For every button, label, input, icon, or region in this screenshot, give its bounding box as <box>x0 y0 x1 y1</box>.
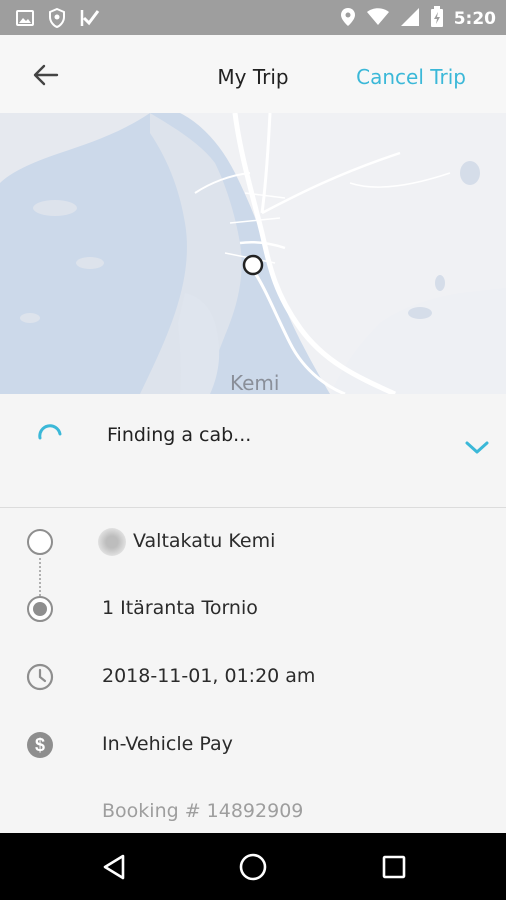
nav-back-button[interactable] <box>94 847 134 887</box>
back-triangle-icon <box>103 854 125 880</box>
location-icon <box>340 7 356 31</box>
booking-number: Booking # 14892909 <box>102 800 304 822</box>
avatar <box>98 528 126 556</box>
image-icon <box>16 9 34 31</box>
cancel-trip-button[interactable]: Cancel Trip <box>356 65 466 89</box>
dollar-icon: $ <box>24 729 56 761</box>
status-time: 5:20 <box>453 9 496 29</box>
pickup-circle-icon <box>24 526 56 558</box>
expand-details-button[interactable] <box>464 439 492 459</box>
route-connector-line <box>39 558 41 596</box>
system-nav-bar <box>0 833 506 900</box>
status-bar-right: 5:20 <box>340 6 496 32</box>
shield-icon <box>48 7 66 32</box>
map-graphic <box>0 113 506 394</box>
map-view[interactable]: Kemi <box>0 113 506 394</box>
svg-text:$: $ <box>35 735 45 755</box>
map-city-label: Kemi <box>230 371 280 394</box>
recents-square-icon <box>382 855 406 879</box>
nav-recents-button[interactable] <box>374 847 414 887</box>
pickup-address: Valtakatu Kemi <box>133 530 276 552</box>
app-bar: My Trip Cancel Trip <box>0 35 506 114</box>
dropoff-address: 1 Itäranta Tornio <box>102 597 258 619</box>
status-bar: 5:20 <box>0 0 506 35</box>
wifi-icon <box>366 8 390 30</box>
trip-status-card: Finding a cab... <box>0 394 506 508</box>
chevron-down-icon <box>465 441 489 454</box>
signal-icon <box>400 7 420 31</box>
dropoff-target-icon <box>24 593 56 625</box>
check-flag-icon <box>80 8 100 32</box>
home-circle-icon <box>239 853 267 881</box>
arrow-left-icon <box>33 64 59 86</box>
status-bar-left <box>16 7 100 32</box>
nav-home-button[interactable] <box>233 847 273 887</box>
battery-charging-icon <box>430 6 444 32</box>
payment-method: In-Vehicle Pay <box>102 733 233 755</box>
loading-spinner-icon <box>38 424 62 440</box>
back-button[interactable] <box>28 57 64 93</box>
clock-icon <box>24 661 56 693</box>
trip-datetime: 2018-11-01, 01:20 am <box>102 665 316 687</box>
trip-details: Valtakatu Kemi 1 Itäranta Tornio 2018-11… <box>0 508 506 833</box>
trip-status-text: Finding a cab... <box>107 424 252 446</box>
